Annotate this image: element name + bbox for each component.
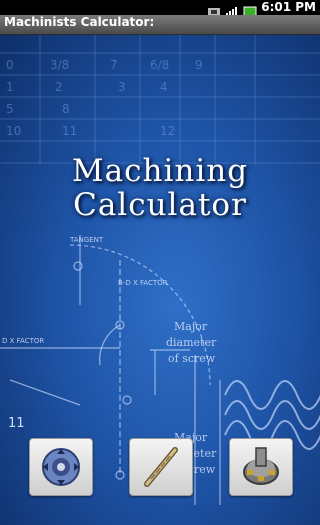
bg-number: 9 [195,58,203,72]
bg-number: 2 [55,80,63,94]
bg-number: 6/8 [150,58,169,72]
bg-label-diameter: diameter [166,336,217,349]
status-icons: 6:01 PM [207,0,316,17]
milling-cutter-button[interactable] [29,438,93,496]
bg-label-tangent: TANGENT [69,236,104,244]
bg-number: 5 [6,102,14,116]
app-screen: 6:01 PM Machinists Calculator: 0 3/8 7 6… [0,0,320,525]
title-bar: Machinists Calculator: [0,15,320,35]
battery-icon [243,2,257,17]
bg-number: 11 [62,124,77,138]
headline-line-2: Calculator [73,187,247,223]
signal-icon [225,2,239,16]
milling-cutter-icon [42,448,80,486]
bg-corner-number: 11 [8,416,25,431]
bg-label-major: Major [174,320,208,333]
bg-number: 7 [110,58,118,72]
bg-label-of-screw: of screw [168,352,216,365]
bg-number: 0 [6,58,14,72]
bg-label-d: D X FACTOR [2,337,44,345]
bg-label-bd: B-D X FACTOR [118,279,168,287]
app-title: Machinists Calculator: [4,15,155,29]
bg-number: 1 [6,80,14,94]
bg-number: 4 [160,80,168,94]
splash-content: 0 3/8 7 6/8 9 1 2 3 4 5 8 10 11 12 TANGE… [0,35,320,525]
bg-number: 8 [62,102,70,116]
bg-number: 10 [6,124,21,138]
drill-bit-icon [144,447,178,487]
drill-bit-button[interactable] [129,438,193,496]
face-mill-button[interactable] [229,438,293,496]
status-bar: 6:01 PM [0,0,320,17]
status-time: 6:01 PM [261,0,316,14]
bg-number: 3 [118,80,126,94]
headline-line-1: Machining [71,153,249,189]
bg-number: 3/8 [50,58,69,72]
face-mill-icon [243,447,279,485]
bg-number: 12 [160,124,175,138]
usb-icon [207,2,221,16]
